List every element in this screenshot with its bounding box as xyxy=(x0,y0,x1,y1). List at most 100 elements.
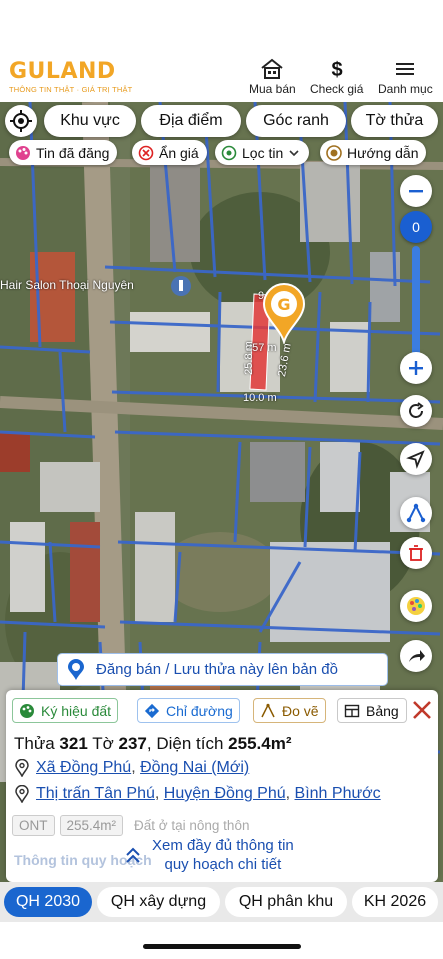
to-value: 237 xyxy=(118,734,147,753)
panel-tab-label: Ký hiệu đất xyxy=(41,702,112,719)
view-full-planning-button[interactable]: Xem đầy đủ thông tin quy hoạch chi tiết xyxy=(124,836,294,874)
zoom-slider-handle[interactable]: 0 xyxy=(400,211,432,243)
address-new: Xã Đồng Phú, Đồng Nai (Mới) xyxy=(14,759,249,777)
location-filter-icon xyxy=(221,145,237,160)
link-old-province[interactable]: Bình Phước xyxy=(295,785,381,803)
chip-to-thua[interactable]: Tờ thửa xyxy=(351,105,438,137)
area-value: 255.4m² xyxy=(228,734,292,753)
tab-qh-phan-khu[interactable]: QH phân khu xyxy=(225,887,347,917)
to-label: Tờ xyxy=(92,734,114,753)
share-button[interactable] xyxy=(400,640,432,672)
panel-tab-label: Đo vẽ xyxy=(282,702,319,719)
nav-label: Check giá xyxy=(310,82,364,96)
link-district[interactable]: Huyện Đồng Phú xyxy=(164,785,286,803)
layer-style-button[interactable] xyxy=(400,590,432,622)
toggle-tin-da-dang[interactable]: Tin đã đăng xyxy=(9,140,118,165)
tab-bang[interactable]: Bảng xyxy=(337,698,407,723)
dollar-icon: $ xyxy=(331,59,342,80)
status-bar-area xyxy=(0,0,443,48)
tab-qh-2030[interactable]: QH 2030 xyxy=(4,887,92,917)
thua-label: Thửa xyxy=(14,734,55,753)
thua-value: 321 xyxy=(59,734,88,753)
zone-description: Đất ở tại nông thôn xyxy=(134,818,250,833)
nav-label: Mua bán xyxy=(249,82,296,96)
refresh-icon xyxy=(409,402,424,418)
table-icon xyxy=(344,704,360,717)
close-icon[interactable] xyxy=(411,699,433,721)
draw-polygon-icon xyxy=(406,503,426,523)
delete-drawing-button[interactable] xyxy=(400,537,432,569)
chip-goc-ranh[interactable]: Góc ranh xyxy=(246,105,346,137)
chevron-down-icon xyxy=(289,149,299,156)
navigate-button[interactable] xyxy=(400,443,432,475)
logo-text: GULAND xyxy=(9,59,116,84)
nav-danh-muc[interactable]: Danh mục xyxy=(378,58,433,96)
parcel-title: Thửa 321 Tờ 237, Diện tích 255.4m² xyxy=(14,734,292,753)
tab-ky-hieu-dat[interactable]: Ký hiệu đất xyxy=(12,698,119,723)
chip-dia-diem[interactable]: Địa điểm xyxy=(141,105,241,137)
nav-check-gia[interactable]: $ Check giá xyxy=(310,58,363,96)
post-banner-text: Đăng bán / Lưu thửa này lên bản đồ xyxy=(96,661,338,678)
panel-tab-label: Chỉ đường xyxy=(166,702,233,719)
guland-pin-icon xyxy=(68,658,84,680)
guide-icon xyxy=(326,144,342,161)
locate-me-button[interactable] xyxy=(5,105,37,137)
svg-text:G: G xyxy=(277,295,290,314)
map-place-label: Hair Salon Thoại Nguyên xyxy=(0,278,134,292)
location-pin-icon xyxy=(15,759,29,777)
panel-tab-label: Bảng xyxy=(366,702,399,719)
crosshair-icon xyxy=(10,110,32,132)
minus-icon xyxy=(409,190,423,193)
double-chevron-up-icon xyxy=(126,847,140,863)
link-town[interactable]: Thị trấn Tân Phú xyxy=(36,785,155,803)
navigation-arrow-icon xyxy=(406,450,425,469)
more-line-1: Xem đầy đủ thông tin xyxy=(152,837,294,854)
zone-area-badge: 255.4m² xyxy=(59,815,124,836)
chip-khu-vuc[interactable]: Khu vực xyxy=(44,105,136,137)
toggle-loc-tin[interactable]: Lọc tin xyxy=(215,140,310,165)
app-header: GULAND THÔNG TIN THẬT · GIÁ TRỊ THẬT Mua… xyxy=(0,48,443,102)
nav-label: Danh mục xyxy=(378,82,433,96)
nav-mua-ban[interactable]: Mua bán xyxy=(249,58,296,96)
tab-kh-2026[interactable]: KH 2026 xyxy=(352,887,438,917)
zoom-out-button[interactable] xyxy=(400,175,432,207)
palette-icon xyxy=(20,703,34,718)
area-label: Diện tích xyxy=(156,734,224,753)
link-province[interactable]: Đồng Nai (Mới) xyxy=(140,759,249,777)
parcel-info-panel: Ký hiệu đất Chỉ đường Đo vẽ Bảng Thửa 32… xyxy=(6,690,438,882)
guland-logo[interactable]: GULAND THÔNG TIN THẬT · GIÁ TRỊ THẬT xyxy=(9,59,132,95)
link-ward[interactable]: Xã Đồng Phú xyxy=(36,759,131,777)
toggle-label: Hướng dẫn xyxy=(347,144,419,161)
hide-price-icon xyxy=(138,145,154,160)
zoom-in-button[interactable] xyxy=(400,352,432,384)
parcel-left-length: 25.8 m xyxy=(242,341,255,375)
toggle-label: Tin đã đăng xyxy=(36,144,110,161)
map-marker-icon[interactable]: G xyxy=(260,282,308,344)
refresh-button[interactable] xyxy=(400,395,432,427)
svg-text:$: $ xyxy=(331,59,342,80)
toggle-huong-dan[interactable]: Hướng dẫn xyxy=(320,140,427,165)
draw-tool-button[interactable] xyxy=(400,497,432,529)
home-indicator[interactable] xyxy=(143,944,301,949)
zone-code-badge: ONT xyxy=(12,815,55,836)
tab-qh-xay-dung[interactable]: QH xây dựng xyxy=(97,887,220,917)
parcel-bottom-length: 10.0 m xyxy=(243,392,277,404)
planning-tab-bar: QH 2030 QH xây dựng QH phân khu KH 2026 xyxy=(0,882,443,922)
tab-chi-duong[interactable]: Chỉ đường xyxy=(137,698,240,723)
measure-icon xyxy=(261,702,275,717)
location-pin-icon xyxy=(15,785,29,803)
post-listing-banner[interactable]: Đăng bán / Lưu thửa này lên bản đồ xyxy=(57,653,388,686)
land-use-row: ONT 255.4m² Đất ở tại nông thôn xyxy=(12,815,249,836)
palette-icon xyxy=(407,597,425,615)
address-old: Thị trấn Tân Phú, Huyện Đồng Phú, Bình P… xyxy=(14,785,381,803)
toggle-an-gia[interactable]: Ẩn giá xyxy=(132,140,207,165)
share-arrow-icon xyxy=(409,650,425,662)
toggle-label: Ẩn giá xyxy=(159,144,199,161)
palette-icon xyxy=(16,145,30,160)
zoom-slider-track[interactable] xyxy=(412,246,420,356)
map-poi-icon[interactable] xyxy=(170,275,192,299)
more-line-2: quy hoạch chi tiết xyxy=(164,856,282,873)
tab-do-ve[interactable]: Đo vẽ xyxy=(253,698,326,723)
menu-icon xyxy=(396,63,415,75)
directions-icon xyxy=(144,703,160,718)
